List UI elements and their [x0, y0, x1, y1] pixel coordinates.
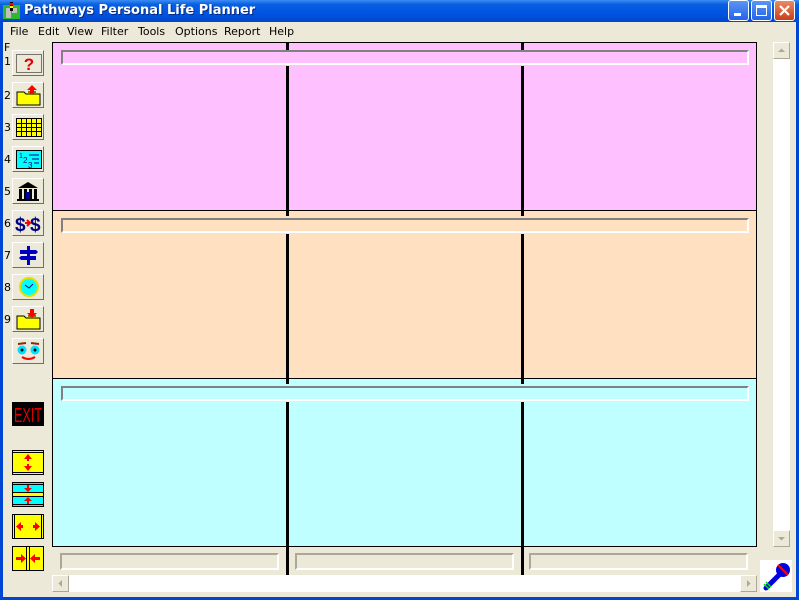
column-splitter-1[interactable] — [286, 66, 289, 216]
collapse-vertical-button[interactable] — [12, 482, 44, 508]
bank-building-icon — [17, 182, 39, 201]
title-bar[interactable]: Pathways Personal Life Planner — [0, 0, 799, 22]
signpost-button[interactable] — [12, 242, 44, 268]
panel-top-title-field[interactable] — [61, 50, 749, 65]
column-splitter-2-seg[interactable] — [521, 234, 524, 384]
panel-bottom-title-field[interactable] — [61, 386, 749, 401]
fkey-label-3: 3 — [4, 121, 11, 134]
menu-view[interactable]: View — [67, 24, 93, 39]
window-frame-left — [0, 22, 3, 600]
help-button[interactable]: ? — [12, 50, 44, 76]
signpost-icon — [19, 246, 38, 265]
numbered-list-button[interactable]: 1 2 3 — [12, 146, 44, 172]
money-transfer-button[interactable]: $ $ — [12, 210, 44, 236]
vertical-scrollbar[interactable] — [772, 42, 790, 547]
collapse-vertical-icon — [12, 482, 44, 507]
collapse-horizontal-icon — [12, 546, 44, 571]
exit-button[interactable]: EXIT — [12, 402, 44, 428]
expand-horizontal-icon — [12, 514, 44, 539]
expand-horizontal-button[interactable] — [12, 514, 44, 540]
bank-button[interactable] — [12, 178, 44, 204]
expand-vertical-icon — [12, 450, 44, 475]
bottom-field-2[interactable] — [295, 553, 514, 570]
fkey-label-6: 6 — [4, 217, 11, 230]
fkey-label-5: 5 — [4, 185, 11, 198]
smiley-button[interactable] — [12, 338, 44, 364]
arrow-right-icon — [747, 580, 751, 587]
help-question-icon: ? — [16, 54, 42, 74]
column-splitter-1-seg[interactable] — [286, 402, 289, 576]
open-up-folder-button[interactable] — [12, 82, 44, 108]
menu-edit[interactable]: Edit — [38, 24, 59, 39]
microphone-button[interactable] — [760, 560, 792, 592]
menu-file[interactable]: File — [10, 24, 28, 39]
minimize-button[interactable] — [728, 0, 749, 21]
clock-icon — [19, 277, 39, 297]
close-icon — [779, 5, 790, 16]
menu-help[interactable]: Help — [269, 24, 294, 39]
panel-bottom[interactable] — [53, 379, 756, 546]
grid-calendar-icon — [16, 118, 42, 137]
menu-filter[interactable]: Filter — [101, 24, 128, 39]
scroll-left-button[interactable] — [52, 575, 69, 592]
svg-text:$: $ — [30, 215, 41, 234]
close-button[interactable] — [774, 0, 795, 21]
app-window: Pathways Personal Life Planner File Edit… — [0, 0, 799, 600]
arrow-down-icon — [778, 537, 785, 541]
fkey-label-8: 8 — [4, 281, 11, 294]
fkey-label-1: 1 — [4, 55, 11, 68]
smiley-face-icon — [17, 342, 40, 360]
minimize-icon — [734, 13, 741, 16]
folder-open-up-icon — [16, 85, 41, 106]
menu-tools[interactable]: Tools — [138, 24, 165, 39]
panel-middle-title-field[interactable] — [61, 218, 749, 233]
fkey-label-2: 2 — [4, 89, 11, 102]
fkey-label-4: 4 — [4, 153, 11, 166]
column-splitter-2-seg[interactable] — [521, 42, 524, 50]
column-splitter-2[interactable] — [521, 66, 524, 216]
fkey-label-7: 7 — [4, 249, 11, 262]
svg-text:?: ? — [24, 55, 34, 74]
function-key-header: F — [4, 41, 11, 54]
numbered-list-icon: 1 2 3 — [16, 150, 42, 170]
column-splitter-1-seg[interactable] — [286, 234, 289, 384]
maximize-icon — [756, 5, 767, 16]
window-title: Pathways Personal Life Planner — [24, 3, 256, 18]
column-splitter-1-seg[interactable] — [286, 42, 289, 50]
panel-top[interactable] — [53, 43, 756, 211]
bottom-field-3[interactable] — [529, 553, 748, 570]
arrow-left-icon — [58, 580, 62, 587]
expand-vertical-button[interactable] — [12, 450, 44, 476]
column-splitter-2-seg[interactable] — [521, 402, 524, 576]
maximize-button[interactable] — [751, 0, 772, 21]
svg-text:$: $ — [15, 215, 26, 234]
menu-report[interactable]: Report — [224, 24, 260, 39]
collapse-horizontal-button[interactable] — [12, 546, 44, 572]
menu-options[interactable]: Options — [175, 24, 217, 39]
bottom-field-1[interactable] — [60, 553, 279, 570]
menu-bar: File Edit View Filter Tools Options Repo… — [3, 22, 796, 41]
planner-grid — [52, 42, 757, 547]
scroll-up-button[interactable] — [773, 42, 790, 59]
fkey-label-9: 9 — [4, 313, 11, 326]
exit-label: EXIT — [14, 405, 42, 427]
money-transfer-icon: $ $ — [15, 215, 41, 234]
clock-button[interactable] — [12, 274, 44, 300]
arrow-up-icon — [778, 48, 785, 52]
save-down-folder-button[interactable] — [12, 306, 44, 332]
scroll-down-button[interactable] — [773, 530, 790, 547]
scroll-right-button[interactable] — [740, 575, 757, 592]
microphone-icon — [763, 563, 790, 591]
horizontal-scrollbar[interactable] — [52, 575, 757, 592]
folder-save-down-icon — [16, 309, 41, 330]
calendar-grid-button[interactable] — [12, 114, 44, 140]
exit-sign-icon: EXIT — [12, 402, 44, 427]
app-logo-icon — [3, 2, 20, 19]
panel-middle[interactable] — [53, 211, 756, 379]
svg-text:3: 3 — [28, 161, 33, 170]
